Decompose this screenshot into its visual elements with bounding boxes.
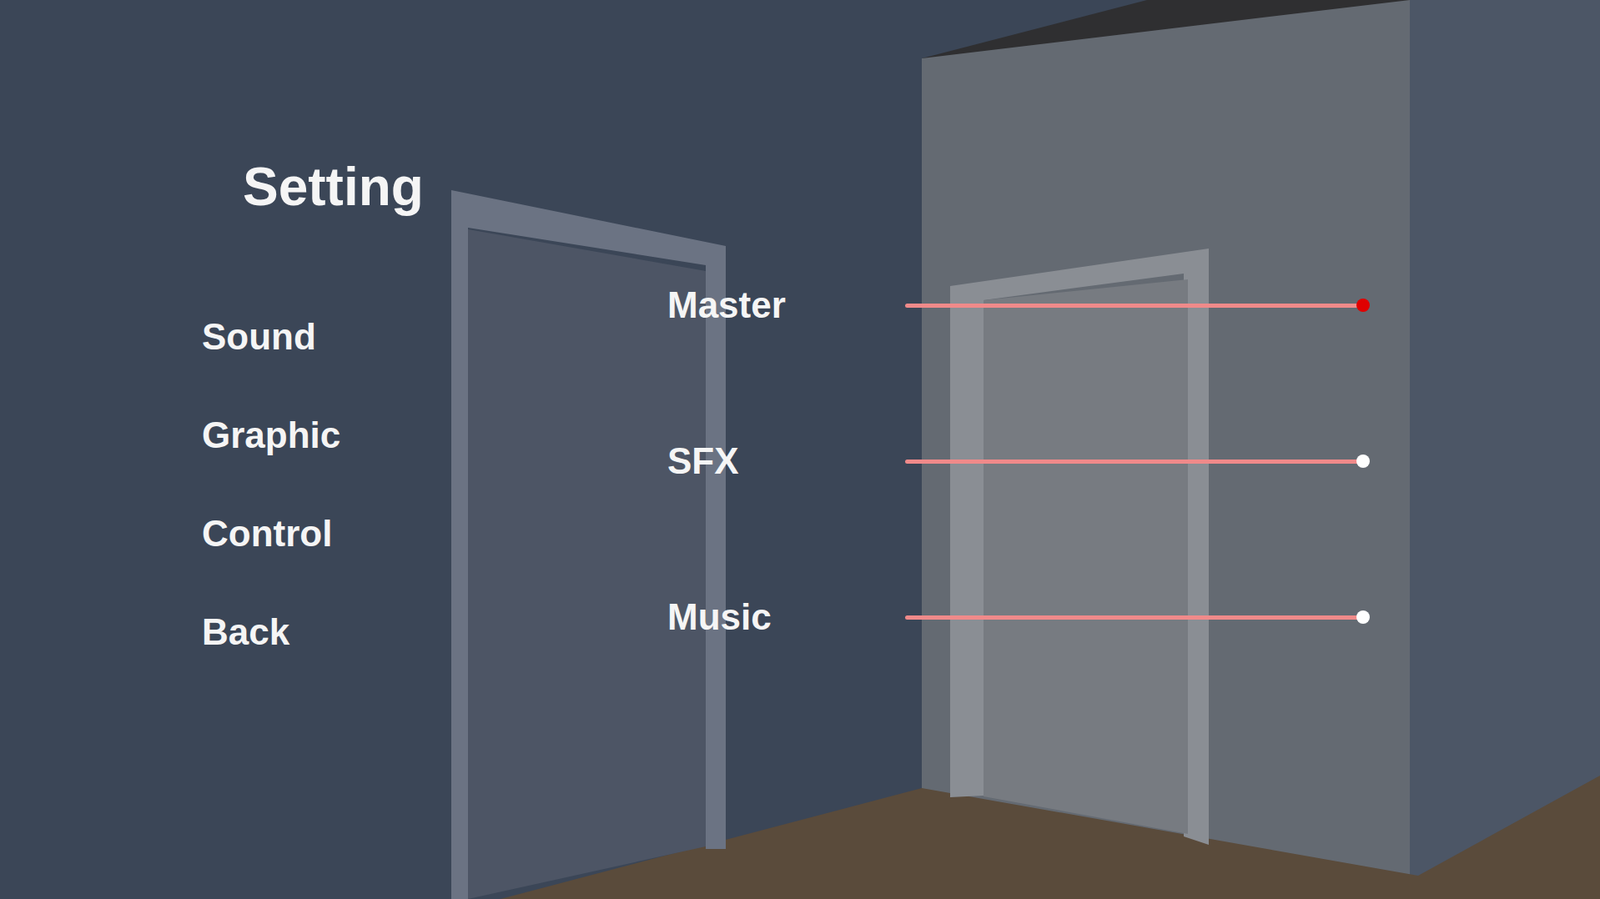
menu-list: Sound Graphic Control Back (201, 313, 668, 656)
slider-label: SFX (667, 437, 906, 485)
settings-screen: SettingSoundGraphicControlBackMasterSFXM… (0, 0, 1600, 899)
menu-item[interactable]: Sound (201, 313, 668, 361)
slider-knob[interactable] (1356, 298, 1370, 312)
far-wall (1409, 0, 1600, 899)
settings-ui: SettingSoundGraphicControlBackMasterSFXM… (0, 0, 1600, 656)
menu-item[interactable]: Graphic (201, 412, 668, 459)
menu-item[interactable]: Control (201, 510, 668, 558)
slider-track[interactable] (905, 459, 1364, 464)
slider-knob[interactable] (1356, 454, 1370, 468)
sound-panel: Master SFX Music (667, 0, 1364, 656)
settings-menu: Setting Sound Graphic Control Back (0, 0, 668, 656)
slider-row: Master (667, 281, 1364, 329)
slider-row: Music (667, 593, 1364, 641)
slider-label: Master (667, 281, 906, 329)
slider-row: SFX (667, 437, 1364, 485)
slider-label: Music (667, 593, 906, 641)
menu-item[interactable]: Back (201, 608, 668, 656)
slider-knob[interactable] (1356, 610, 1370, 624)
slider-track[interactable] (905, 615, 1364, 620)
left-door (467, 229, 706, 899)
slider-track[interactable] (905, 303, 1364, 308)
settings-title: Setting (242, 153, 668, 221)
right-door (983, 279, 1213, 835)
